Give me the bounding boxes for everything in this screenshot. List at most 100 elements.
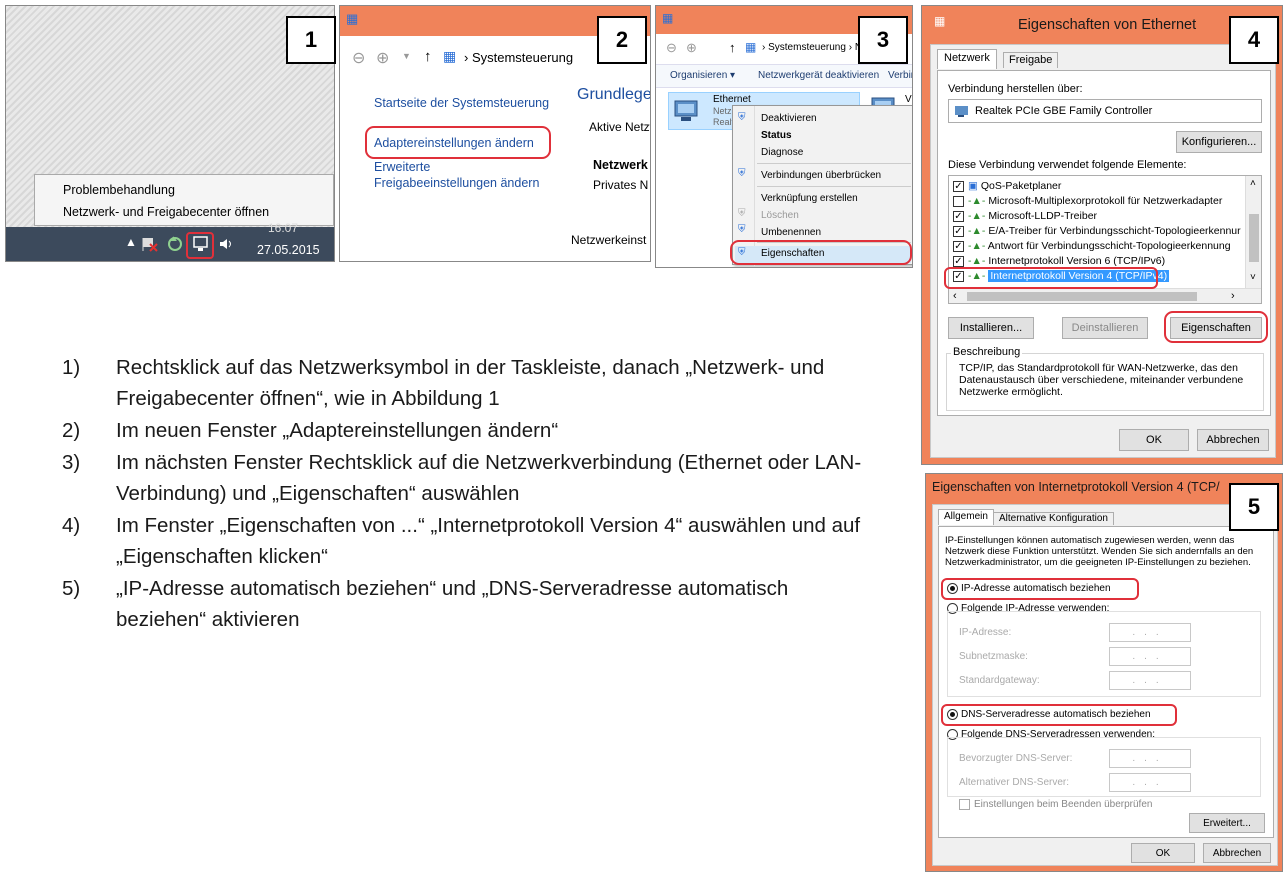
checkbox[interactable] <box>959 799 970 810</box>
chevron-down-icon[interactable]: ▼ <box>402 51 411 61</box>
menu-item-diagnose[interactable]: Diagnose <box>761 147 803 158</box>
sync-icon[interactable] <box>167 236 183 252</box>
toolbar: Organisieren ▾ Netzwerkgerät deaktiviere… <box>656 64 912 88</box>
menu-item-rename[interactable]: Umbenennen <box>761 227 821 238</box>
preferred-dns-label: Bevorzugter DNS-Server: <box>959 753 1073 764</box>
speaker-icon[interactable] <box>218 236 234 252</box>
chevron-down-icon[interactable]: ˅ <box>1250 272 1256 283</box>
preferred-dns-field[interactable]: ... <box>1109 749 1191 768</box>
protocol-icon: -▲- <box>968 195 986 207</box>
step-number: 3) <box>62 451 81 474</box>
menu-item-bridge[interactable]: Verbindungen überbrücken <box>761 170 881 181</box>
sidebar-link-advanced[interactable]: Erweiterte <box>374 160 430 174</box>
step-text: Im nächsten Fenster Rechtsklick auf die … <box>116 451 862 505</box>
breadcrumb[interactable]: › Systemsteuerung › N <box>762 42 862 53</box>
clock-date[interactable]: 27.05.2015 <box>257 243 320 257</box>
gateway-field[interactable]: ... <box>1109 671 1191 690</box>
advanced-button[interactable]: Erweitert... <box>1189 813 1265 833</box>
forward-icon[interactable]: ⊕ <box>686 40 697 56</box>
network-settings-label: Netzwerkeinst <box>571 233 647 247</box>
checkbox[interactable]: ✓ <box>953 180 964 192</box>
checkbox[interactable]: ✓ <box>953 210 964 222</box>
dialog-title: Eigenschaften von Ethernet <box>1018 17 1197 33</box>
item-label: Internetprotokoll Version 6 (TCP/IPv6) <box>988 255 1166 267</box>
flag-error-icon[interactable] <box>142 236 158 252</box>
network-card-icon <box>955 106 968 117</box>
menu-item-shortcut[interactable]: Verknüpfung erstellen <box>761 193 858 204</box>
chevron-up-icon[interactable]: ▲ <box>125 235 137 249</box>
adapter-name: V <box>905 94 912 105</box>
qos-icon: ▣ <box>968 180 978 192</box>
forward-icon[interactable]: ⊕ <box>376 48 389 68</box>
chevron-up-icon[interactable]: ˄ <box>1250 178 1256 189</box>
item-label: QoS-Paketplaner <box>980 180 1062 192</box>
validate-checkbox[interactable]: Einstellungen beim Beenden überprüfen <box>959 799 1152 810</box>
scrollbar-thumb[interactable] <box>967 292 1197 301</box>
list-item[interactable]: ✓ -▲- Microsoft-LLDP-Treiber <box>953 210 1097 222</box>
checkbox[interactable] <box>953 195 964 207</box>
window-icon: ▦ <box>346 11 359 26</box>
toolbar-disable-device[interactable]: Netzwerkgerät deaktivieren <box>758 70 879 81</box>
cancel-button[interactable]: Abbrechen <box>1197 429 1269 451</box>
subnet-field[interactable]: ... <box>1109 647 1191 666</box>
toolbar-organize[interactable]: Organisieren ▾ <box>670 70 735 81</box>
control-panel-icon: ▦ <box>745 40 757 54</box>
cancel-button[interactable]: Abbrechen <box>1203 843 1271 863</box>
tab-general[interactable]: Allgemein <box>938 509 994 525</box>
up-icon[interactable]: ↑ <box>424 48 432 65</box>
horizontal-scrollbar[interactable]: ‹ › <box>949 288 1261 303</box>
list-item[interactable]: ✓ ▣ QoS-Paketplaner <box>953 180 1061 192</box>
control-panel-icon: ▦ <box>443 48 457 64</box>
list-item[interactable]: ✓ -▲- Antwort für Verbindungsschicht-Topo… <box>953 240 1231 252</box>
list-item[interactable]: ✓ -▲- Internetprotokoll Version 6 (TCP/IP… <box>953 255 1165 267</box>
tab-alternative[interactable]: Alternative Konfiguration <box>993 512 1114 525</box>
checkbox[interactable]: ✓ <box>953 225 964 237</box>
ok-button[interactable]: OK <box>1119 429 1189 451</box>
list-item[interactable]: -▲- Microsoft-Multiplexorprotokoll für N… <box>953 195 1222 207</box>
shield-icon: ⛨ <box>738 112 746 123</box>
menu-item-troubleshoot[interactable]: Problembehandlung <box>63 183 175 197</box>
subnet-label: Subnetzmaske: <box>959 651 1028 662</box>
ip-address-field[interactable]: ... <box>1109 623 1191 642</box>
breadcrumb[interactable]: › Systemsteuerung <box>464 50 573 65</box>
breadcrumb-item[interactable]: Systemsteuerung <box>768 42 846 53</box>
network-type: Privates N <box>593 178 649 192</box>
menu-item-network-center[interactable]: Netzwerk- und Freigabecenter öffnen <box>63 205 269 219</box>
figure-4-ethernet-properties: ▦ Eigenschaften von Ethernet Netzwerk Fr… <box>921 5 1283 465</box>
description-title: Beschreibung <box>951 346 1023 358</box>
sidebar-link-home[interactable]: Startseite der Systemsteuerung <box>374 96 549 110</box>
instruction-list: 1) Rechtsklick auf das Netzwerksymbol in … <box>62 352 862 636</box>
ok-button[interactable]: OK <box>1131 843 1195 863</box>
chevron-left-icon[interactable]: ‹ <box>953 290 957 302</box>
install-button[interactable]: Installieren... <box>948 317 1034 339</box>
back-icon[interactable]: ⊖ <box>352 48 365 68</box>
step-text: Im Fenster „Eigenschaften von ...“ „Inte… <box>116 514 861 568</box>
menu-item-delete[interactable]: Löschen <box>761 210 799 221</box>
scrollbar-thumb[interactable] <box>1249 214 1259 262</box>
up-icon[interactable]: ↑ <box>729 40 736 55</box>
checkbox[interactable]: ✓ <box>953 255 964 267</box>
tab-network[interactable]: Netzwerk <box>937 49 997 69</box>
configure-button[interactable]: Konfigurieren... <box>1176 131 1262 153</box>
toolbar-connect[interactable]: Verbin <box>888 70 912 81</box>
tab-page: Verbindung herstellen über: Realtek PCIe… <box>937 70 1271 416</box>
uninstall-button[interactable]: Deinstallieren <box>1062 317 1148 339</box>
active-networks-label: Aktive Netzw <box>589 120 650 134</box>
breadcrumb-item[interactable]: Systemsteuerung <box>472 50 573 65</box>
checkbox[interactable]: ✓ <box>953 240 964 252</box>
list-item[interactable]: ✓ -▲- E/A-Treiber für Verbindungsschicht-… <box>953 225 1241 237</box>
menu-item-status[interactable]: Status <box>761 130 792 141</box>
chevron-right-icon[interactable]: › <box>1231 290 1235 302</box>
clock-time[interactable]: 16:07 <box>268 221 298 235</box>
sidebar-link-sharing[interactable]: Freigabeeinstellungen ändern <box>374 176 539 190</box>
window-icon: ▦ <box>662 11 674 25</box>
window-icon: ▦ <box>934 14 946 28</box>
step-3: 3) Im nächsten Fenster Rechtsklick auf di… <box>62 447 862 509</box>
figure-number: 3 <box>858 16 908 64</box>
menu-separator <box>757 186 911 187</box>
alternate-dns-field[interactable]: ... <box>1109 773 1191 792</box>
back-icon[interactable]: ⊖ <box>666 40 677 56</box>
tab-sharing[interactable]: Freigabe <box>1003 52 1059 68</box>
vertical-scrollbar[interactable]: ˄ ˅ <box>1245 176 1261 288</box>
menu-item-disable[interactable]: Deaktivieren <box>761 113 817 124</box>
